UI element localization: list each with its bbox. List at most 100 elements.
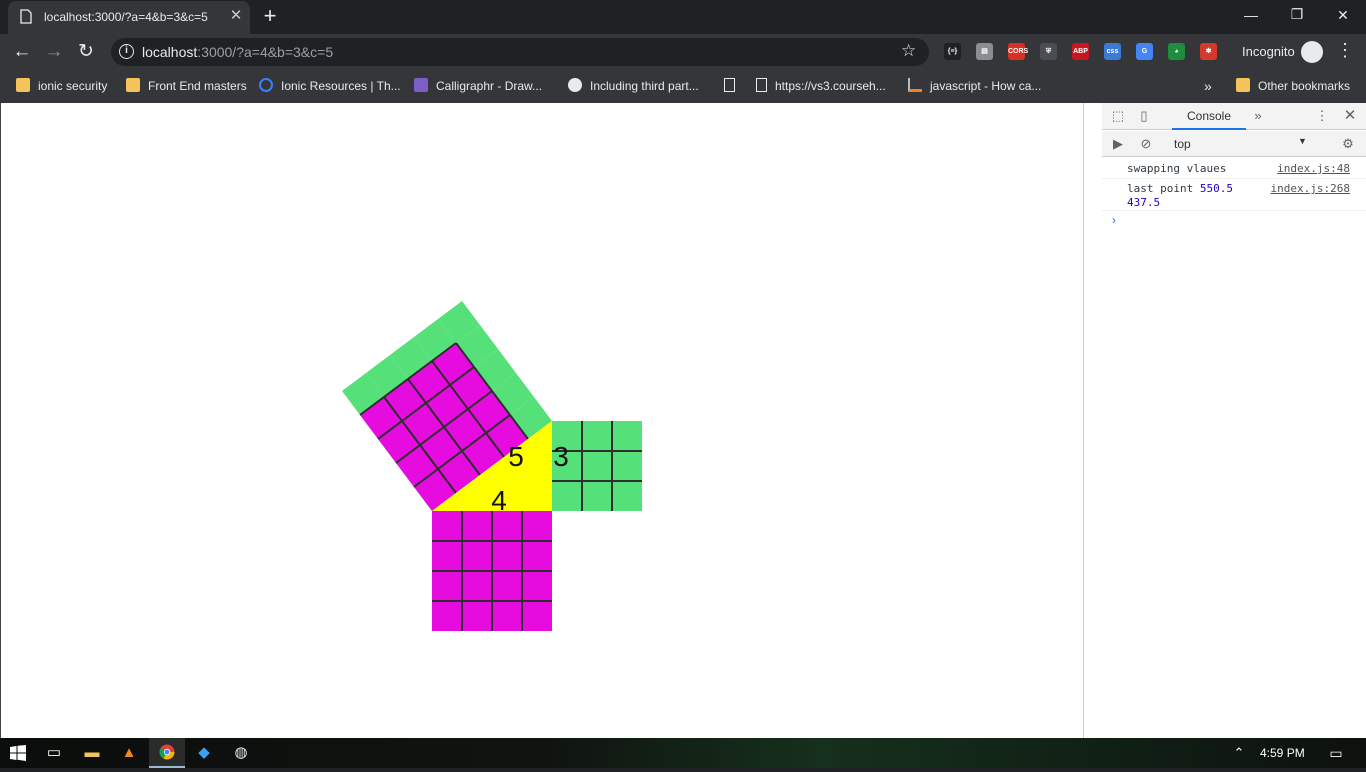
bookmark-star-icon[interactable]: ☆ [901,41,916,61]
vlc-icon[interactable]: ▲ [111,738,147,768]
console-toolbar: ▶ ⊘ top ▼ ⚙ [1102,131,1366,157]
tab-close-icon[interactable]: ✕ [226,6,246,26]
file-explorer-icon[interactable]: ▬ [74,738,110,768]
close-window-button[interactable]: ✕ [1320,0,1366,30]
info-icon[interactable]: i [119,44,134,59]
vscode-icon[interactable]: ◆ [186,738,222,768]
square-a-cell [522,511,552,541]
square-a-cell [432,601,462,631]
address-bar[interactable]: i localhost:3000/?a=4&b=3&c=5 ☆ [111,38,929,66]
translate-icon[interactable]: G [1136,43,1153,60]
page-icon [20,9,32,24]
task-view-icon[interactable]: ▭ [36,738,72,768]
more-tabs-icon[interactable]: » [1250,108,1266,124]
ext-square-icon[interactable]: ▤ [976,43,993,60]
square-a-cell [462,541,492,571]
sidebar-toggle-icon[interactable]: ▶ [1110,136,1126,152]
taskbar-clock[interactable]: 4:59 PM [1260,746,1305,760]
clear-console-icon[interactable]: ⊘ [1138,136,1154,152]
devtools-menu-icon[interactable]: ⋮ [1314,108,1330,124]
tab-active[interactable]: localhost:3000/?a=4&b=3&c=5 ✕ [8,1,250,34]
bookmarks-overflow-icon[interactable]: » [1204,76,1212,96]
css-ext-icon[interactable]: css [1104,43,1121,60]
back-button[interactable]: ← [8,38,36,66]
bookmark-label: https://vs3.courseh... [775,79,886,93]
incognito-avatar-icon[interactable] [1301,41,1323,63]
square-b-cell [612,481,642,511]
page-icon [724,78,735,92]
bookmark-label: Including third part... [590,79,699,93]
bookmark-item[interactable]: Including third part... [568,76,699,96]
calligraphr-icon [414,78,428,92]
bookmark-item[interactable]: Front End masters [126,76,247,96]
other-bookmarks[interactable]: Other bookmarks [1236,76,1350,96]
cors-icon[interactable]: CORS [1008,43,1028,60]
devtools-close-icon[interactable]: ✕ [1342,108,1358,124]
side-a-label: 4 [491,485,507,516]
square-b-cell [552,481,582,511]
console-message: last point 550.5 437.5 index.js:268 [1102,179,1366,211]
minimize-button[interactable]: — [1228,0,1274,30]
square-b-cell [612,421,642,451]
folder-icon [126,78,140,92]
console-number: 550.5 [1199,182,1233,195]
chrome-icon[interactable] [149,738,185,768]
other-bookmarks-label: Other bookmarks [1258,79,1351,93]
console-source-link[interactable]: index.js:268 [1271,182,1350,195]
square-a-cell [522,571,552,601]
windows-start-icon[interactable] [0,738,36,768]
context-select[interactable]: top [1174,137,1191,151]
square-a-cell [462,601,492,631]
show-hidden-icons-icon[interactable]: ⌃ [1224,738,1254,768]
bookmark-item[interactable]: https://vs3.courseh... [756,76,886,96]
bookmark-item[interactable] [724,76,743,96]
shield-ext-icon[interactable]: ⛨ [1040,43,1057,60]
console-source-link[interactable]: index.js:48 [1277,162,1350,175]
inspect-element-icon[interactable]: ⬚ [1110,108,1126,124]
puzzle-ext-icon[interactable]: ✱ [1200,43,1217,60]
incognito-label: Incognito [1242,44,1295,59]
bookmark-item[interactable]: ionic security [16,76,107,96]
square-a-cell [492,601,522,631]
taskbar: ▭ ▬ ▲ ◆ ◍ ⌃ 4:59 PM ▭ [0,738,1366,768]
notifications-icon[interactable]: ▭ [1318,738,1354,768]
square-a-cell [462,511,492,541]
forward-button[interactable]: → [40,38,68,66]
console-message-text: swapping vlaues [1127,162,1227,175]
url-text[interactable]: localhost:3000/?a=4&b=3&c=5 [142,44,333,60]
devtools-tabbar: ⬚ ▯ Console » ⋮ ✕ [1102,103,1366,130]
console-message-text: last point 550.5 [1127,182,1233,195]
bookmark-label: Calligraphr - Draw... [436,79,543,93]
bookmark-item[interactable]: javascript - How ca... [908,76,1041,96]
square-b-cell [582,421,612,451]
browser-chrome: localhost:3000/?a=4&b=3&c=5 ✕ + — ❐ ✕ ← … [0,0,1366,103]
paint-icon[interactable]: ◍ [223,738,259,768]
abp-icon[interactable]: ABP [1072,43,1089,60]
tab-console[interactable]: Console [1172,103,1246,130]
globe-ext-icon[interactable]: ◕ [1168,43,1185,60]
chevron-down-icon[interactable]: ▼ [1298,136,1307,146]
square-a-cell [432,541,462,571]
side-c-label: 5 [508,441,524,472]
tab-title: localhost:3000/?a=4&b=3&c=5 [44,10,208,24]
console-message: swapping vlaues index.js:48 [1102,159,1366,179]
bookmark-item[interactable]: Calligraphr - Draw... [414,76,542,96]
json-ext-icon[interactable]: {≡} [944,43,961,60]
new-tab-button[interactable]: + [258,5,282,29]
pythagoras-figure: 4 35 [342,301,642,631]
stackoverflow-icon [908,78,922,92]
device-toolbar-icon[interactable]: ▯ [1136,108,1152,124]
square-a-cell [462,571,492,601]
github-icon [568,78,582,92]
restore-button[interactable]: ❐ [1274,0,1320,29]
console-prompt[interactable]: › [1112,213,1116,227]
bookmark-label: Front End masters [148,79,247,93]
bookmarks-bar: ionic security Front End masters Ionic Res… [0,69,1366,103]
reload-button[interactable]: ↻ [72,38,100,66]
bookmark-label: javascript - How ca... [930,79,1042,93]
bookmark-item[interactable]: Ionic Resources | Th... [259,76,401,96]
console-settings-icon[interactable]: ⚙ [1340,136,1356,152]
folder-icon [1236,78,1250,92]
menu-icon[interactable]: ⋮ [1336,40,1354,61]
side-b-label: 3 [553,441,569,472]
